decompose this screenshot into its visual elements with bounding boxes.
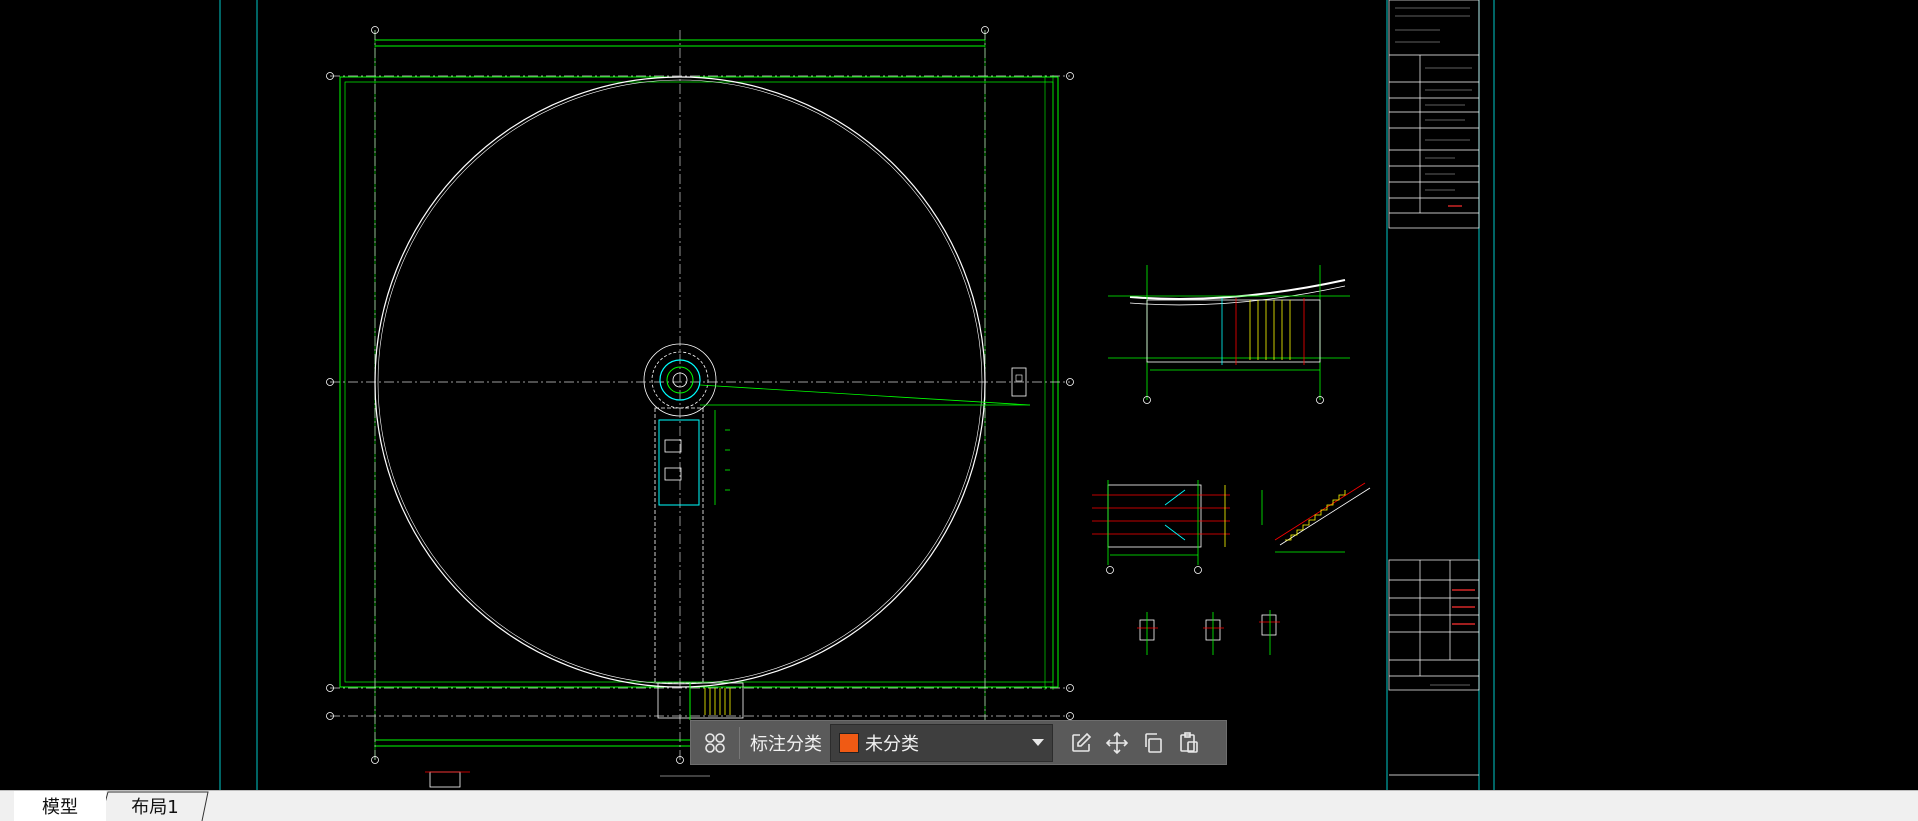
title-block-red-marks	[1448, 205, 1475, 625]
category-dropdown[interactable]: 未分类	[830, 723, 1053, 762]
chevron-down-icon	[1032, 739, 1044, 746]
title-block	[1388, 0, 1480, 776]
section-drawing	[1108, 265, 1350, 404]
paste-icon[interactable]	[1171, 725, 1207, 761]
tab-layout1[interactable]: 布局1	[104, 791, 206, 821]
move-icon[interactable]	[1099, 725, 1135, 761]
sheet-frame	[219, 0, 1495, 790]
grid-icon[interactable]	[697, 725, 733, 761]
category-color-swatch	[839, 732, 859, 753]
title-block-text-marks	[1395, 7, 1472, 686]
edit-icon[interactable]	[1063, 725, 1099, 761]
cad-drawing-canvas[interactable]	[0, 0, 1918, 790]
stair-section-detail	[1261, 482, 1371, 553]
toolbar-divider	[739, 726, 740, 759]
category-dropdown-value: 未分类	[865, 733, 919, 755]
post-details	[1137, 610, 1280, 655]
copy-icon[interactable]	[1135, 725, 1171, 761]
site-plan-drawing	[326, 26, 1074, 788]
layout-tab-bar: 模型 布局1	[0, 790, 1918, 821]
annotation-category-label: 标注分类	[750, 733, 822, 755]
annotation-toolbar: 标注分类 未分类	[690, 720, 1227, 765]
tab-model[interactable]: 模型	[14, 791, 106, 821]
stair-plan-detail	[1092, 480, 1230, 574]
